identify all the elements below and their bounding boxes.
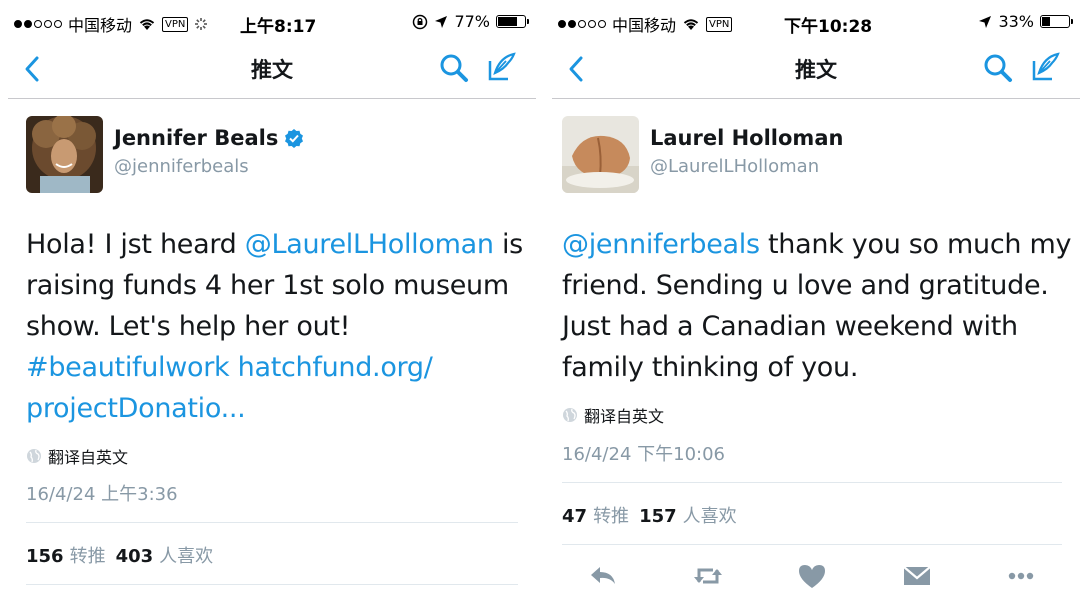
battery-percent: 33%: [998, 12, 1034, 31]
avatar[interactable]: [26, 116, 103, 193]
tweet-stats: 47 转推 157 人喜欢: [562, 502, 737, 528]
tweet-author: Jennifer Beals @jenniferbeals: [26, 116, 516, 194]
location-arrow-icon: [435, 15, 448, 28]
status-bar: 中国移动 VPN 上午8:17 77%: [14, 8, 529, 38]
mention-link[interactable]: @jenniferbeals: [562, 229, 760, 260]
vpn-badge: VPN: [706, 16, 733, 32]
author-handle[interactable]: @jenniferbeals: [114, 156, 249, 177]
wifi-icon: [683, 19, 699, 30]
translate-button[interactable]: 翻译自英文: [26, 444, 128, 468]
right-screen: 中国移动 VPN 下午10:28 33% 推文 Laurel Holloman …: [544, 0, 1080, 607]
globe-icon: [27, 449, 41, 463]
verified-badge-icon: [285, 129, 304, 148]
translate-button[interactable]: 翻译自英文: [562, 403, 664, 427]
gutter: [536, 0, 544, 607]
tweet-text-segment: is: [493, 229, 523, 260]
translate-label: 翻译自英文: [584, 407, 665, 426]
reply-icon[interactable]: [586, 561, 620, 591]
like-count[interactable]: 157 人喜欢: [639, 502, 737, 528]
tweet-timestamp: 16/4/24 上午3:36: [26, 484, 178, 505]
location-arrow-icon: [979, 15, 992, 28]
battery-icon: [1040, 15, 1073, 28]
status-time: 下午10:28: [784, 17, 873, 37]
status-bar: 中国移动 VPN 下午10:28 33%: [558, 8, 1073, 38]
like-count[interactable]: 403 人喜欢: [116, 542, 214, 568]
direct-message-icon[interactable]: [900, 561, 934, 591]
retweet-icon[interactable]: [691, 561, 725, 591]
retweet-count[interactable]: 156 转推: [26, 542, 106, 568]
battery-percent: 77%: [454, 12, 490, 31]
carrier-label: 中国移动: [68, 16, 133, 35]
divider: [562, 544, 1062, 545]
signal-icon: [558, 20, 606, 28]
tweet-author: Laurel Holloman @LaurelLHolloman: [562, 116, 1060, 194]
signal-icon: [14, 20, 62, 28]
author-name[interactable]: Jennifer Beals: [114, 126, 278, 150]
globe-icon: [563, 408, 577, 422]
compose-tweet-icon[interactable]: [486, 51, 518, 83]
divider: [562, 482, 1062, 483]
tweet-text-line: raising funds 4 her 1st solo museum: [26, 270, 509, 301]
tweet-text-line: Just had a Canadian weekend with: [562, 311, 1018, 342]
rotation-lock-icon: [413, 14, 428, 29]
url-link[interactable]: hatchfund.org/: [229, 352, 433, 383]
more-options-icon[interactable]: [1004, 561, 1038, 591]
vpn-badge: VPN: [162, 16, 189, 32]
translate-label: 翻译自英文: [48, 448, 129, 467]
tweet-text: @jenniferbeals thank you so much my frie…: [562, 224, 1071, 388]
wifi-icon: [139, 19, 155, 30]
tweet-actions: [562, 556, 1062, 596]
tweet-text-segment: thank you so much my: [759, 229, 1072, 260]
divider: [26, 584, 518, 585]
tweet-stats: 156 转推 403 人喜欢: [26, 542, 213, 568]
tweet-text-segment: Hola! I jst heard: [26, 229, 245, 260]
divider: [26, 522, 518, 523]
tweet-text-line: friend. Sending u love and gratitude.: [562, 270, 1049, 301]
left-screen: 中国移动 VPN 上午8:17 77% 推文 Jennifer Beals @j…: [0, 0, 536, 607]
tweet-timestamp: 16/4/24 下午10:06: [562, 444, 725, 465]
tweet-text: Hola! I jst heard @LaurelLHolloman is ra…: [26, 224, 523, 429]
tweet-text-line: show. Let's help her out!: [26, 311, 351, 342]
battery-icon: [496, 15, 529, 28]
author-name[interactable]: Laurel Holloman: [650, 126, 843, 150]
search-icon[interactable]: [438, 52, 470, 84]
loading-spinner-icon: [195, 18, 208, 30]
search-icon[interactable]: [982, 52, 1014, 84]
carrier-label: 中国移动: [612, 16, 677, 35]
like-heart-icon[interactable]: [795, 561, 829, 591]
compose-tweet-icon[interactable]: [1030, 51, 1062, 83]
nav-bar: 推文: [8, 44, 536, 99]
mention-link[interactable]: @LaurelLHolloman: [245, 229, 494, 260]
retweet-count[interactable]: 47 转推: [562, 502, 629, 528]
tweet-text-line: family thinking of you.: [562, 352, 859, 383]
status-time: 上午8:17: [240, 17, 317, 37]
author-handle[interactable]: @LaurelLHolloman: [650, 156, 819, 177]
hashtag-link[interactable]: #beautifulwork: [26, 352, 230, 383]
url-link-continued[interactable]: projectDonatio...: [26, 393, 246, 424]
nav-bar: 推文: [552, 44, 1080, 99]
avatar[interactable]: [562, 116, 639, 193]
